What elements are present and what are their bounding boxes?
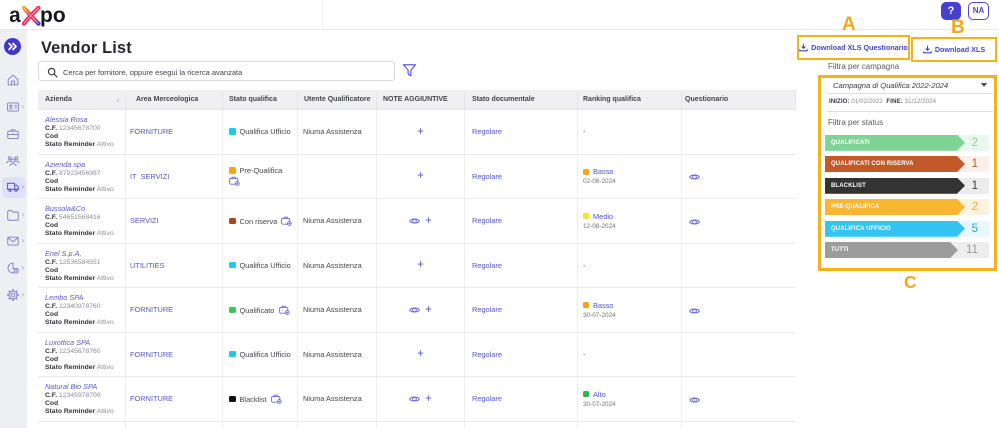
- svg-text:a: a: [10, 4, 21, 27]
- svg-text:po: po: [40, 4, 66, 27]
